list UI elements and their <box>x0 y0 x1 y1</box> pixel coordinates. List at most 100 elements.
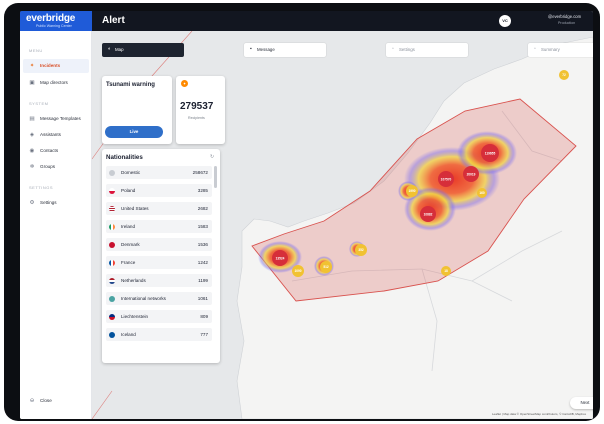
assistant-icon: ◈ <box>29 132 35 138</box>
map-icon: ▣ <box>29 80 35 86</box>
cluster-label: 10882 <box>424 213 433 217</box>
tab-settings[interactable]: ▫ Settings <box>386 43 468 57</box>
flag-icon <box>109 169 115 176</box>
logo-subtitle: Public Warning Center <box>36 24 72 28</box>
app-screen: everbridge Public Warning Center Alert V… <box>20 11 593 419</box>
nationalities-list: Domestic 258672 Poland 3285 United States 268… <box>106 166 212 346</box>
nationality-row[interactable]: International networks 1061 <box>106 292 212 305</box>
tab-message[interactable]: ▪ Message <box>244 43 326 57</box>
flag-icon <box>109 295 115 302</box>
map-cluster[interactable]: 10882 <box>420 206 436 222</box>
sidebar-item-map-directors[interactable]: ▣ Map directors <box>23 76 89 90</box>
alert-title: Tsunami warning <box>106 82 155 88</box>
contacts-icon: ◉ <box>29 148 35 154</box>
nationality-row[interactable]: Poland 3285 <box>106 184 212 197</box>
close-panel-icon: ⊖ <box>29 398 35 404</box>
nationality-row[interactable]: Domestic 258672 <box>106 166 212 179</box>
map-icon: ◐ <box>108 46 112 52</box>
nationality-row[interactable]: Iceland 777 <box>106 328 212 341</box>
nationality-row[interactable]: Liechtenstein 809 <box>106 310 212 323</box>
nationality-count: 809 <box>200 314 208 319</box>
map-view[interactable]: 119655 107570 20019 13524 10882 1990 109… <box>92 31 593 419</box>
sidebar-close-label: Close <box>40 398 52 403</box>
tab-summary-label: Summary <box>541 47 560 52</box>
nationality-name: Liechtenstein <box>121 314 149 319</box>
sidebar-item-label: Map directors <box>40 80 68 85</box>
flag-icon <box>109 241 115 248</box>
sidebar-item-groups[interactable]: ✲ Groups <box>23 160 89 174</box>
map-cluster[interactable]: 512 <box>320 261 332 273</box>
sidebar-item-label: Message Templates <box>40 116 81 121</box>
flag-icon <box>109 277 115 284</box>
tab-summary[interactable]: ▫ Summary <box>528 43 593 57</box>
sidebar-item-incidents[interactable]: ✦ Incidents <box>23 59 89 73</box>
settings-icon: ▫ <box>392 46 394 52</box>
sidebar-item-contacts[interactable]: ◉ Contacts <box>23 144 89 158</box>
map-cluster[interactable]: 13524 <box>272 250 288 266</box>
logo-name: everbridge <box>26 13 76 24</box>
map-cluster[interactable]: 352 <box>355 244 367 256</box>
nationalities-panel: Nationalities ↻ Domestic 258672 Poland 3285… <box>102 149 220 363</box>
nationality-row[interactable]: Ireland 1583 <box>106 220 212 233</box>
sidebar-item-message-templates[interactable]: ▤ Message Templates <box>23 112 89 126</box>
map-cluster[interactable]: 72 <box>559 70 569 80</box>
user-role: Production <box>558 21 576 25</box>
cluster-label: 1090 <box>294 269 301 273</box>
map-cluster[interactable]: 1090 <box>292 265 304 277</box>
nationality-count: 1199 <box>198 278 208 283</box>
map-cluster[interactable]: 20019 <box>463 166 479 182</box>
flag-icon <box>109 187 115 194</box>
nationality-name: Denmark <box>121 242 140 247</box>
nationalities-title: Nationalities <box>106 154 143 161</box>
recipients-card: ✦ 279537 Recipients <box>176 76 225 144</box>
nationality-count: 3285 <box>197 188 208 193</box>
cluster-label: 20019 <box>467 173 476 177</box>
tab-map[interactable]: ◐ Map <box>102 43 184 57</box>
summary-icon: ▫ <box>534 46 536 52</box>
sidebar-item-assistants[interactable]: ◈ Assistants <box>23 128 89 142</box>
nationality-name: International networks <box>121 296 166 301</box>
map-cluster[interactable]: 160 <box>477 188 487 198</box>
nationality-count: 2682 <box>197 206 208 211</box>
flag-icon <box>109 223 115 230</box>
live-button[interactable]: Live <box>105 126 163 138</box>
nationalities-scrollbar[interactable] <box>214 166 217 188</box>
sidebar-section-menu: MENU <box>29 48 43 53</box>
sidebar-item-settings[interactable]: ⚙ Settings <box>23 196 89 210</box>
map-attribution: Leaflet | Map data © OpenStreetMap contr… <box>492 412 587 416</box>
sidebar-item-label: Contacts <box>40 148 59 153</box>
everbridge-logo[interactable]: everbridge Public Warning Center <box>20 11 92 31</box>
nationality-row[interactable]: United States 2682 <box>106 202 212 215</box>
user-email: @everbridge.com <box>548 14 582 19</box>
sidebar-close-button[interactable]: ⊖ Close <box>23 394 89 408</box>
nationality-count: 1583 <box>197 224 208 229</box>
flag-icon <box>109 259 115 266</box>
nationality-name: France <box>121 260 136 265</box>
page-title: Alert <box>102 15 125 26</box>
nationality-name: Netherlands <box>121 278 146 283</box>
nationality-row[interactable]: Netherlands 1199 <box>106 274 212 287</box>
cluster-label: 18 <box>444 269 448 273</box>
refresh-icon[interactable]: ↻ <box>210 154 214 160</box>
sidebar-section-system: SYSTEM <box>29 101 49 106</box>
nationality-count: 777 <box>200 332 208 337</box>
map-cluster[interactable]: 119655 <box>481 144 499 162</box>
avatar[interactable]: VC <box>499 15 511 27</box>
map-cluster[interactable]: 18 <box>441 266 451 276</box>
next-button[interactable]: Next <box>570 397 593 409</box>
map-cluster[interactable]: 107570 <box>438 171 454 187</box>
nationality-row[interactable]: Denmark 1536 <box>106 238 212 251</box>
recipients-count: 279537 <box>180 101 214 112</box>
nationality-name: United States <box>121 206 149 211</box>
nationality-row[interactable]: France 1242 <box>106 256 212 269</box>
recipients-icon: ✦ <box>181 80 188 87</box>
nationality-count: 1061 <box>197 296 208 301</box>
top-header: everbridge Public Warning Center Alert V… <box>20 11 593 31</box>
cluster-label: 512 <box>323 265 329 269</box>
tab-settings-label: Settings <box>399 47 415 52</box>
map-cluster[interactable]: 1990 <box>406 185 418 197</box>
cluster-label: 352 <box>358 248 364 252</box>
nationality-name: Ireland <box>121 224 136 229</box>
groups-icon: ✲ <box>29 164 35 170</box>
sidebar-item-label: Incidents <box>40 63 61 68</box>
